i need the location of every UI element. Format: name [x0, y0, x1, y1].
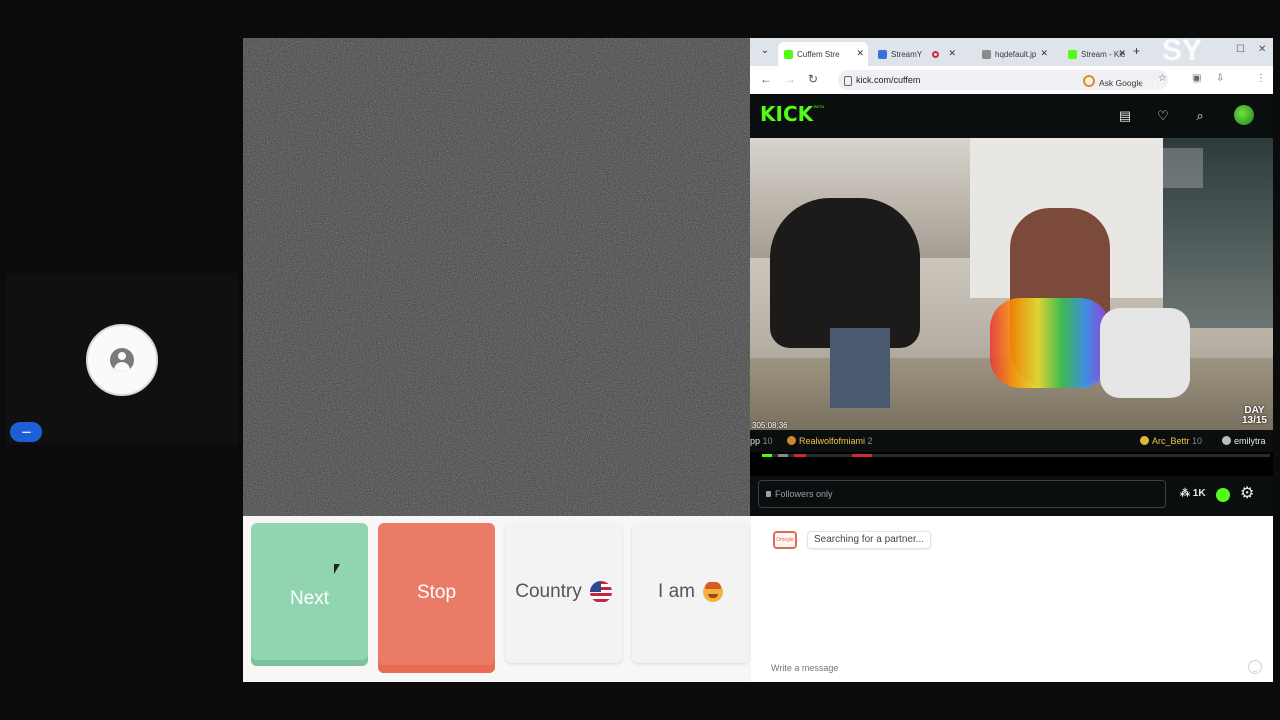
kick-icon — [784, 49, 793, 59]
text-chat-panel: Omegle Searching for a partner... — [751, 516, 1273, 682]
kick-chat-input-row: Followers only ⁂ 1K ⚙ — [750, 476, 1273, 516]
screen: --- ⌄ Cuffem Stre ✕ StreamY ✕ hqdefault.… — [0, 0, 1280, 720]
next-button[interactable]: Next — [251, 523, 368, 666]
close-tab-icon[interactable]: ✕ — [1040, 48, 1048, 59]
emoji-icon[interactable] — [1248, 660, 1262, 674]
streamyard-icon — [878, 49, 887, 59]
ask-google-button[interactable]: Ask Google — [1083, 75, 1143, 88]
gift-icon[interactable] — [1216, 488, 1230, 502]
country-button[interactable]: Country — [505, 523, 622, 663]
close-tab-icon[interactable]: ✕ — [856, 48, 864, 59]
participant-name-pill[interactable]: --- — [10, 422, 42, 442]
reload-icon[interactable]: ↻ — [808, 72, 818, 86]
gender-button[interactable]: I am — [632, 523, 749, 663]
kick-icon — [1068, 49, 1077, 59]
chat-controls: Next Stop Country I am — [243, 516, 751, 682]
viewer-count: ⁂ 1K — [1180, 488, 1206, 499]
library-icon[interactable]: ▤ — [1117, 108, 1133, 124]
watermark-text: streamyard — [1140, 74, 1226, 94]
streamyard-watermark: SY streamyard — [1140, 30, 1260, 100]
static-noise — [243, 38, 751, 516]
tab-streamyard[interactable]: StreamY ✕ — [872, 42, 960, 66]
stop-button[interactable]: Stop — [378, 523, 495, 673]
tab-hqdefault[interactable]: hqdefault.jp ✕ — [976, 42, 1052, 66]
stream-uptime: 305:08:36 — [752, 421, 788, 430]
user-avatar-icon — [86, 324, 158, 396]
close-tab-icon[interactable]: ✕ — [948, 48, 956, 59]
tab-cuffem[interactable]: Cuffem Stre ✕ — [778, 42, 868, 66]
status-message: Searching for a partner... — [807, 531, 932, 549]
chat-log: Omegle Searching for a partner... — [759, 522, 1265, 676]
boy-face-icon — [702, 582, 723, 602]
us-flag-icon — [589, 581, 612, 603]
search-icon[interactable]: ⌕ — [1192, 108, 1208, 124]
image-icon — [982, 49, 991, 59]
close-tab-icon[interactable]: ✕ — [1118, 48, 1126, 59]
tab-search-dropdown-icon[interactable]: ⌄ — [758, 44, 772, 58]
kick-header: KICK BETA ▤ ♡ ⌕ — [750, 94, 1273, 138]
gifter-realwolfofmiami[interactable]: Realwolfofmiami 2 — [787, 436, 873, 446]
back-icon[interactable]: ← — [760, 72, 772, 86]
tv-logo-icon: Omegle — [773, 531, 797, 549]
stream-video[interactable]: 305:08:36 DAY 13/15 — [750, 138, 1273, 430]
day-badge: DAY 13/15 — [1241, 405, 1267, 426]
beta-label: BETA — [814, 104, 825, 109]
watermark-logo: SY — [1162, 34, 1203, 67]
heart-icon[interactable]: ♡ — [1155, 108, 1171, 124]
message-input[interactable] — [771, 660, 1231, 676]
gifter-emilytra[interactable]: emilytra — [1222, 436, 1266, 446]
gifter-arc-bettr[interactable]: Arc_Bettr 10 — [1140, 436, 1202, 446]
goal-progress-line — [762, 454, 1270, 457]
mouse-cursor-icon — [334, 564, 340, 574]
new-tab-button[interactable]: + — [1133, 44, 1140, 58]
browser-window: ⌄ Cuffem Stre ✕ StreamY ✕ hqdefault.jp ✕… — [750, 38, 1273, 516]
recording-icon — [932, 50, 940, 58]
gifter-fragment: pp 10 — [750, 436, 773, 446]
chat-input-followers-only[interactable]: Followers only — [758, 480, 1166, 508]
partner-video-static — [243, 38, 751, 516]
gear-icon[interactable]: ⚙ — [1240, 485, 1254, 503]
profile-avatar[interactable] — [1234, 105, 1254, 125]
tab-stream-kick[interactable]: Stream - Kic ✕ — [1062, 42, 1130, 66]
forward-icon[interactable]: → — [784, 72, 796, 86]
gift-leaderboard-bar: pp 10 Realwolfofmiami 2 Arc_Bettr 10 emi… — [750, 430, 1273, 452]
kick-logo[interactable]: KICK — [760, 102, 813, 126]
